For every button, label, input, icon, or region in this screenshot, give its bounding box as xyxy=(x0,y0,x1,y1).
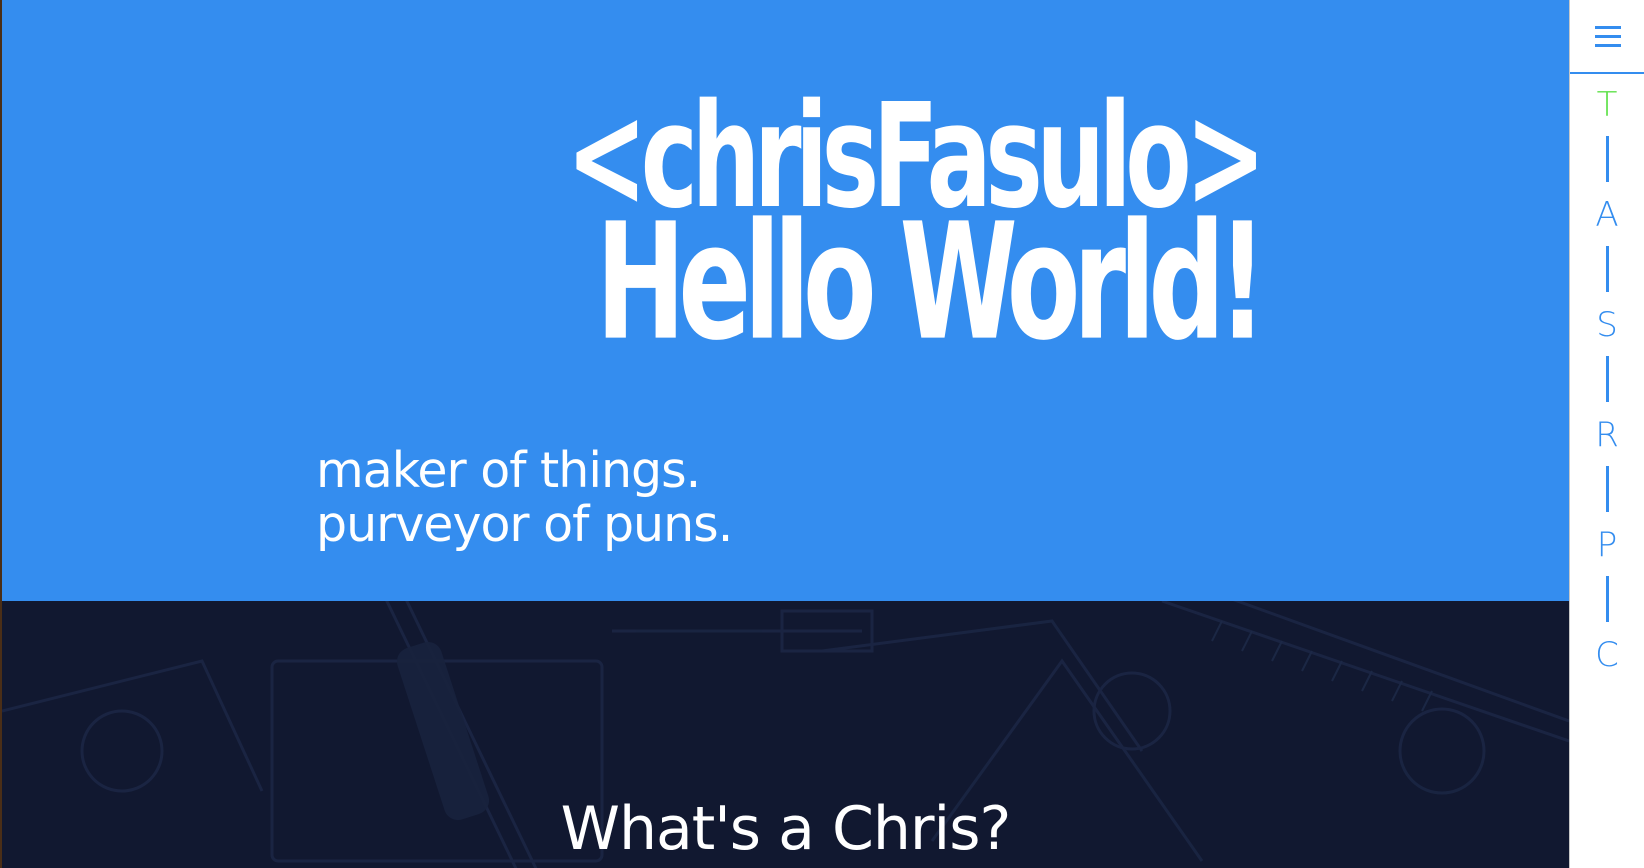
nav-item-s[interactable]: S xyxy=(1570,308,1644,342)
hero-headline: Hello World! xyxy=(596,188,1267,376)
nav-letter-list: T A S R P C xyxy=(1570,88,1644,672)
menu-button[interactable] xyxy=(1570,0,1644,74)
about-section: What's a Chris? xyxy=(2,601,1569,868)
nav-item-p[interactable]: P xyxy=(1570,528,1644,562)
hero-brand: <chrisFasulo> Hello World! xyxy=(414,84,1268,363)
hero-section: <chrisFasulo> Hello World! maker of thin… xyxy=(2,0,1569,601)
tagline-line-2: purveyor of puns. xyxy=(316,496,733,553)
side-navigation: T A S R P C xyxy=(1569,0,1644,868)
nav-divider xyxy=(1605,356,1609,402)
nav-item-a[interactable]: A xyxy=(1570,198,1644,232)
nav-divider xyxy=(1605,246,1609,292)
hero-tagline: maker of things. purveyor of puns. xyxy=(316,442,733,553)
hamburger-menu-icon xyxy=(1595,26,1621,47)
nav-divider xyxy=(1605,576,1609,622)
nav-item-r[interactable]: R xyxy=(1570,418,1644,452)
nav-divider xyxy=(1605,466,1609,512)
about-title: What's a Chris? xyxy=(560,793,1012,864)
nav-divider xyxy=(1605,136,1609,182)
nav-item-t[interactable]: T xyxy=(1570,88,1644,122)
page: <chrisFasulo> Hello World! maker of thin… xyxy=(0,0,1644,868)
tagline-line-1: maker of things. xyxy=(316,442,701,499)
nav-item-c[interactable]: C xyxy=(1570,638,1644,672)
